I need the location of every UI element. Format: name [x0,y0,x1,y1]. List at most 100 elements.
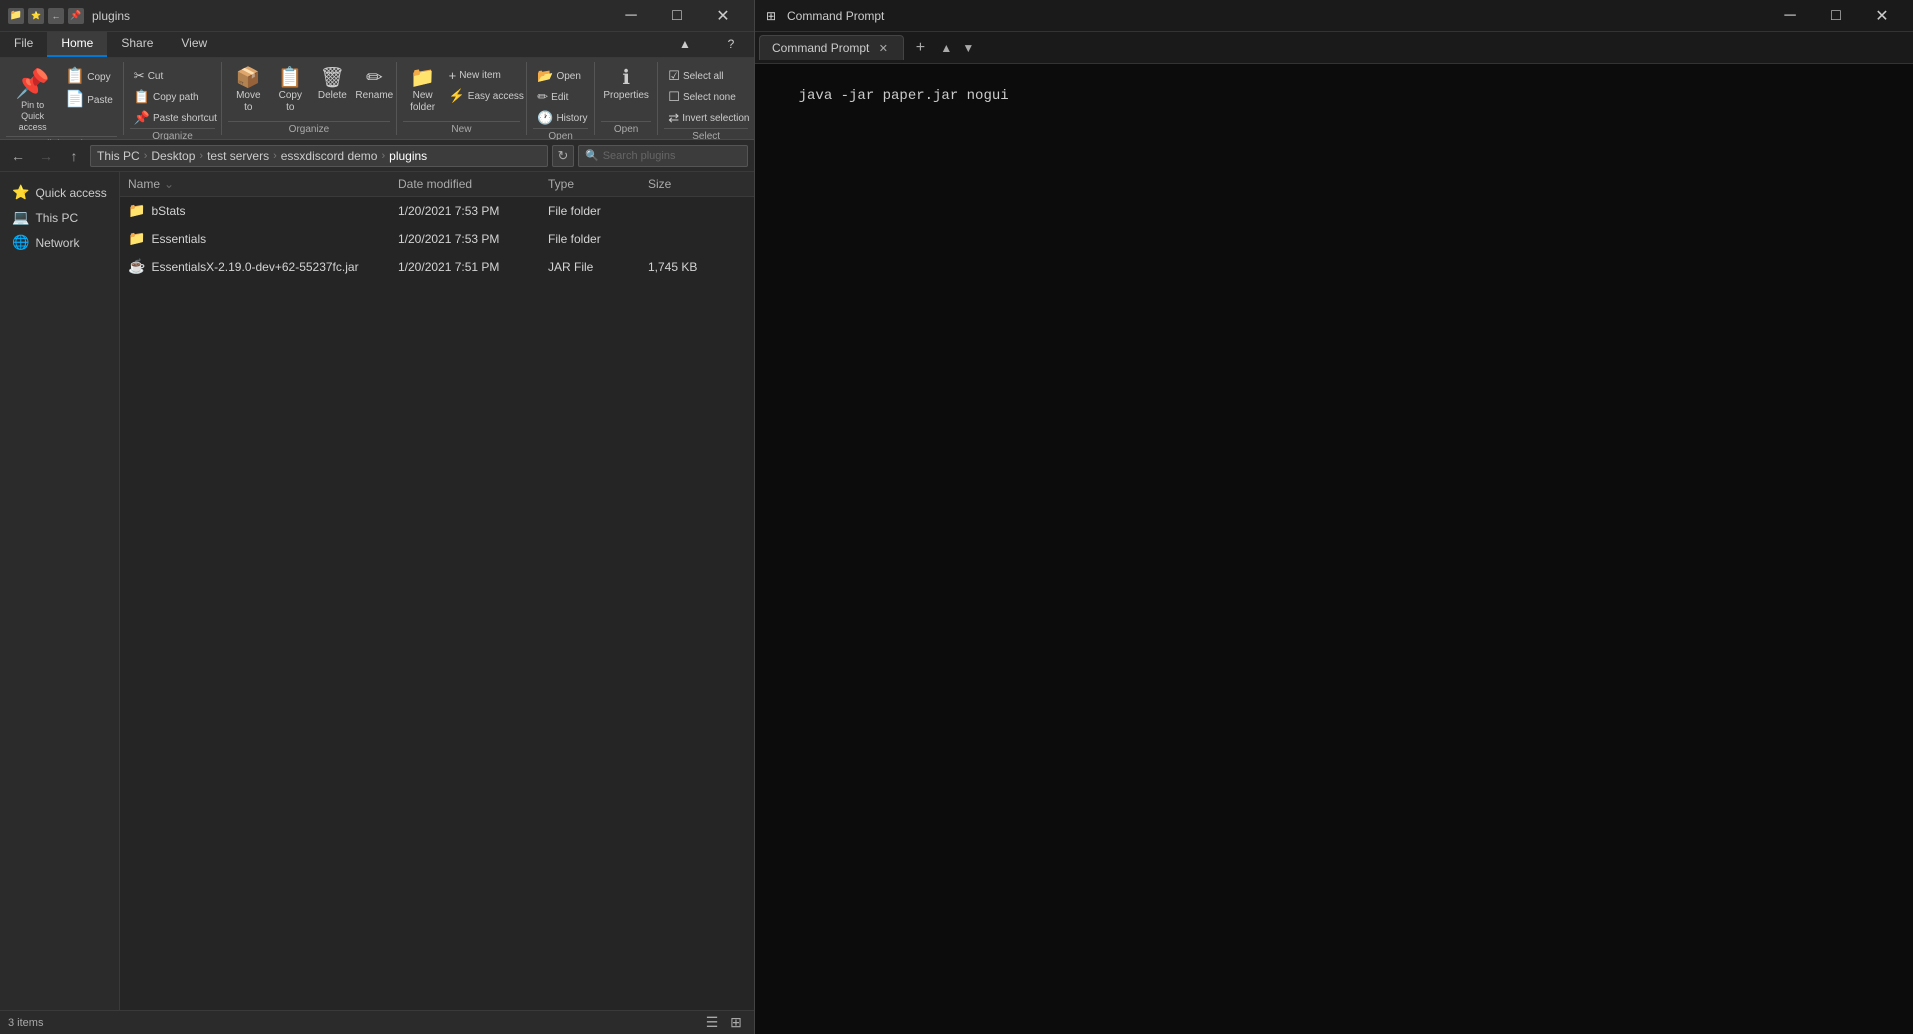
organize-buttons: ✂ Cut 📋 Copy path 📌 Paste shortcut [130,62,216,128]
breadcrumb-essxdiscord[interactable]: essxdiscord demo [281,149,378,163]
move-to-button[interactable]: 📦 Move to [228,66,268,116]
tab-home[interactable]: Home [47,32,107,57]
open-icon: 📂 [537,68,553,84]
file-size-cell [640,208,720,214]
col-name-header[interactable]: Name ⌄ [120,174,390,194]
tab-share[interactable]: Share [107,32,167,57]
paste-button[interactable]: 📄 Paste [61,89,117,111]
open-buttons: 📂 Open ✏ Edit 🕐 History [533,62,588,128]
sidebar-item-network[interactable]: 🌐 Network [0,230,119,255]
sidebar: ⭐ Quick access 💻 This PC 🌐 Network [0,172,120,1010]
select-all-icon: ☑ [668,68,680,84]
clipboard-group: 📌 Pin to Quick access 📋 Copy 📄 Paste Cli… [0,62,124,135]
invert-selection-button[interactable]: ⇄ Invert selection [664,108,753,128]
select-all-button[interactable]: ☑ Select all [664,66,727,86]
view-controls: ☰ ⊞ [702,1013,746,1033]
copy-path-icon: 📋 [134,89,150,105]
cmd-tab-prev[interactable]: ▲ [936,38,956,58]
rename-button[interactable]: ✏ Rename [354,66,394,104]
file-date-cell: 1/20/2021 7:53 PM [390,229,540,249]
back-icon: ← [48,8,64,24]
folder-icon-small: 📁 [8,8,24,24]
ribbon-collapse-button[interactable]: ▲ [662,31,708,57]
file-name: bStats [151,204,185,218]
select-none-button[interactable]: ☐ Select none [664,87,739,107]
copy-button[interactable]: 📋 Copy [61,66,117,88]
file-size-cell [640,236,720,242]
new-item-button[interactable]: + New item [445,66,528,85]
minimize-button[interactable]: ─ [608,0,654,32]
organize-actions-label: Organize [228,121,389,135]
cmd-tab-next[interactable]: ▼ [958,38,978,58]
forward-button[interactable]: → [34,144,58,168]
properties-button[interactable]: ℹ Properties [601,66,651,104]
col-type-header[interactable]: Type [540,174,640,194]
sidebar-item-quick-access[interactable]: ⭐ Quick access [0,180,119,205]
up-button[interactable]: ↑ [62,144,86,168]
cmd-tab-close[interactable]: ✕ [875,40,891,56]
table-row[interactable]: ☕ EssentialsX-2.19.0-dev+62-55237fc.jar … [120,253,754,281]
edit-button[interactable]: ✏ Edit [533,87,572,107]
sep2: › [199,150,203,162]
folder-icon: 📁 [128,230,145,247]
cmd-title-controls: ─ □ ✕ [1767,0,1905,32]
pin-icon: 📌 [15,70,50,98]
new-folder-button[interactable]: 📁 New folder [403,66,443,116]
explorer-content: ⭐ Quick access 💻 This PC 🌐 Network Name … [0,172,754,1010]
select-buttons: ☑ Select all ☐ Select none ⇄ Invert sele… [664,62,748,128]
cmd-minimize-button[interactable]: ─ [1767,0,1813,32]
easy-access-button[interactable]: ⚡ Easy access [445,86,528,106]
cmd-tab-label: Command Prompt [772,41,869,55]
copy-to-button[interactable]: 📋 Copy to [270,66,310,116]
paste-shortcut-button[interactable]: 📌 Paste shortcut [130,108,221,128]
search-box[interactable]: 🔍 Search plugins [578,145,748,167]
table-row[interactable]: 📁 bStats 1/20/2021 7:53 PM File folder [120,197,754,225]
col-size-header[interactable]: Size [640,174,720,194]
table-row[interactable]: 📁 Essentials 1/20/2021 7:53 PM File fold… [120,225,754,253]
pin-button[interactable]: 📌 Pin to Quick access [6,66,59,136]
new-folder-icon: 📁 [410,68,435,88]
cmd-close-button[interactable]: ✕ [1859,0,1905,32]
folder-icon: 📁 [128,202,145,219]
file-list-header: Name ⌄ Date modified Type Size [120,172,754,197]
rename-icon: ✏ [366,68,383,88]
cmd-maximize-button[interactable]: □ [1813,0,1859,32]
paste-icon: 📄 [65,92,85,108]
tab-file[interactable]: File [0,32,47,57]
cmd-content[interactable]: java -jar paper.jar nogui [755,64,1913,1034]
file-name-cell: 📁 bStats [120,199,390,222]
large-icons-view-button[interactable]: ⊞ [726,1013,746,1033]
cmd-tab[interactable]: Command Prompt ✕ [759,35,904,60]
maximize-button[interactable]: □ [654,0,700,32]
cmd-title-bar: ⊞ Command Prompt ─ □ ✕ [755,0,1913,32]
history-button[interactable]: 🕐 History [533,108,591,128]
ribbon-help-button[interactable]: ? [708,31,754,57]
cut-button[interactable]: ✂ Cut [130,66,167,86]
search-icon: 🔍 [585,149,599,162]
new-group: 📁 New folder + New item ⚡ Easy access Ne… [397,62,528,135]
delete-button[interactable]: 🗑 Delete [312,66,352,104]
breadcrumb-plugins[interactable]: plugins [389,149,427,163]
title-bar-icons: 📁 ⭐ ← 📌 [8,8,84,24]
copy-path-button[interactable]: 📋 Copy path [130,87,203,107]
close-button[interactable]: ✕ [700,0,746,32]
open-button[interactable]: 📂 Open [533,66,585,86]
cmd-tab-add[interactable]: + [908,36,932,60]
move-icon: 📦 [236,68,261,88]
refresh-button[interactable]: ↻ [552,145,574,167]
col-date-header[interactable]: Date modified [390,174,540,194]
details-view-button[interactable]: ☰ [702,1013,722,1033]
sep4: › [381,150,385,162]
cmd-text: java -jar paper.jar nogui [799,88,1009,104]
breadcrumb-test-servers[interactable]: test servers [207,149,269,163]
ribbon: 📌 Pin to Quick access 📋 Copy 📄 Paste Cli… [0,58,754,140]
back-button[interactable]: ← [6,144,30,168]
ribbon-tabs: File Home Share View ▲ ? [0,32,754,58]
cmd-tab-nav: ▲ ▼ [936,38,978,58]
address-path[interactable]: This PC › Desktop › test servers › essxd… [90,145,548,167]
sidebar-item-this-pc[interactable]: 💻 This PC [0,205,119,230]
breadcrumb-this-pc[interactable]: This PC [97,149,140,163]
breadcrumb-desktop[interactable]: Desktop [151,149,195,163]
sep1: › [144,150,148,162]
tab-view[interactable]: View [167,32,221,57]
